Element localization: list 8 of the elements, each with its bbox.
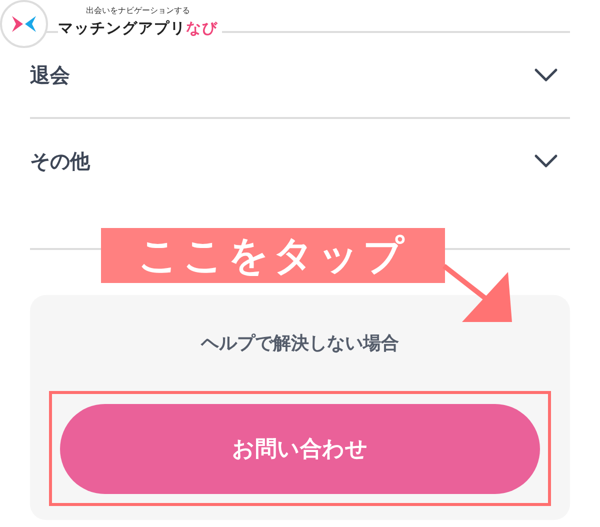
arrow-icon [440,262,515,324]
section-label: その他 [30,148,90,174]
tagline: 出会いをナビゲーションする [86,5,190,16]
card-heading: ヘルプで解決しない場合 [201,332,399,355]
chevrons-icon [11,15,37,33]
section-label: 退会 [30,62,70,88]
annotation-label: ここをタップ [101,228,445,283]
accordion-row[interactable]: その他 [30,117,570,203]
